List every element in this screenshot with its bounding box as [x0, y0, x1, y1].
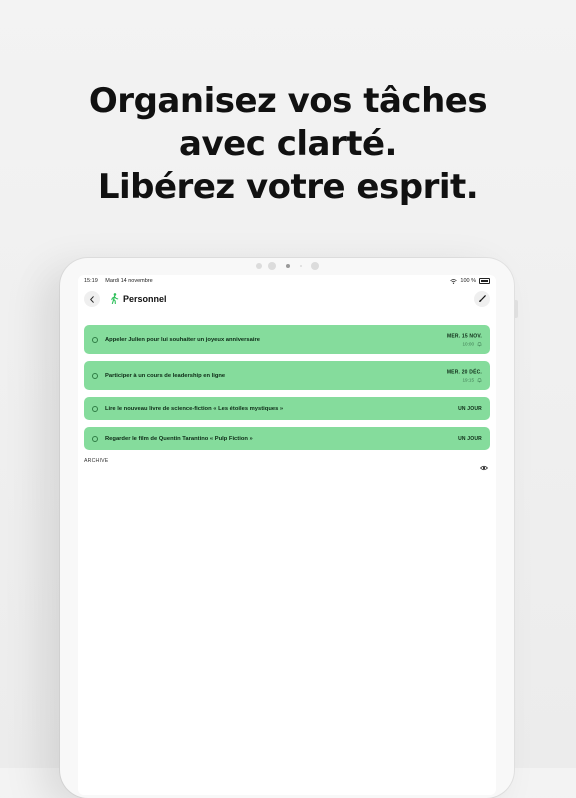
headline-line-3: Libérez votre esprit. — [97, 167, 479, 207]
battery-icon — [479, 278, 490, 284]
page-title: Personnel — [110, 293, 167, 304]
task-title: Regarder le film de Quentin Tarantino « … — [105, 435, 253, 442]
show-archive-button[interactable] — [480, 458, 488, 476]
tablet-frame: 15:19 Mardi 14 novembre 100 % Personnel … — [60, 258, 514, 798]
sensor-dot — [311, 262, 319, 270]
headline-line-1: Organisez vos tâches — [88, 81, 488, 121]
task-time: 19:15 — [462, 377, 475, 382]
nav-bar: Personnel — [84, 291, 490, 311]
camera-lens — [286, 264, 290, 268]
task-item[interactable]: Appeler Julien pour lui souhaiter un joy… — [84, 325, 490, 354]
page-title-text: Personnel — [123, 293, 167, 304]
task-checkbox[interactable] — [92, 405, 98, 412]
walking-person-icon — [111, 293, 119, 304]
chevron-left-icon — [90, 295, 94, 303]
task-item[interactable]: Regarder le film de Quentin Tarantino « … — [84, 427, 490, 450]
app-screen: 15:19 Mardi 14 novembre 100 % Personnel … — [78, 275, 496, 795]
status-bar: 15:19 Mardi 14 novembre 100 % — [84, 278, 490, 288]
task-time: 10:00 — [462, 341, 475, 346]
task-title: Lire le nouveau livre de science-fiction… — [105, 405, 284, 412]
task-title: Appeler Julien pour lui souhaiter un joy… — [105, 336, 260, 343]
task-checkbox[interactable] — [92, 336, 98, 343]
edit-button[interactable] — [474, 291, 490, 307]
archive-label: ARCHIVE — [84, 458, 109, 464]
task-title: Participer à un cours de leadership en l… — [105, 372, 226, 379]
headline-line-2: avec clarté. — [179, 124, 397, 164]
task-item[interactable]: Lire le nouveau livre de science-fiction… — [84, 397, 490, 420]
bell-icon — [477, 341, 482, 346]
task-checkbox[interactable] — [92, 372, 98, 379]
task-date: UN JOUR — [458, 405, 482, 412]
back-button[interactable] — [84, 291, 100, 307]
task-item[interactable]: Participer à un cours de leadership en l… — [84, 361, 490, 390]
bell-icon — [477, 377, 482, 382]
sensor-dot — [256, 263, 262, 269]
wifi-icon — [450, 278, 458, 284]
tablet-side-button — [514, 300, 518, 318]
status-date: Mardi 14 novembre — [105, 278, 153, 284]
sensor-dot — [300, 265, 302, 267]
brush-icon — [479, 295, 486, 303]
headline: Organisez vos tâches avec clarté. Libére… — [0, 80, 576, 209]
status-time: 15:19 — [84, 278, 98, 284]
eye-icon — [480, 465, 488, 471]
task-date: MER. 15 NOV. — [446, 333, 482, 339]
archive-section: ARCHIVE — [84, 458, 490, 471]
sensor-dot — [268, 262, 276, 270]
task-list: Appeler Julien pour lui souhaiter un joy… — [84, 325, 490, 457]
task-date: MER. 20 DÉC. — [446, 369, 482, 375]
task-date: UN JOUR — [458, 435, 482, 442]
battery-percent: 100 % — [460, 278, 476, 284]
task-checkbox[interactable] — [92, 435, 98, 442]
camera-bar — [60, 262, 514, 272]
